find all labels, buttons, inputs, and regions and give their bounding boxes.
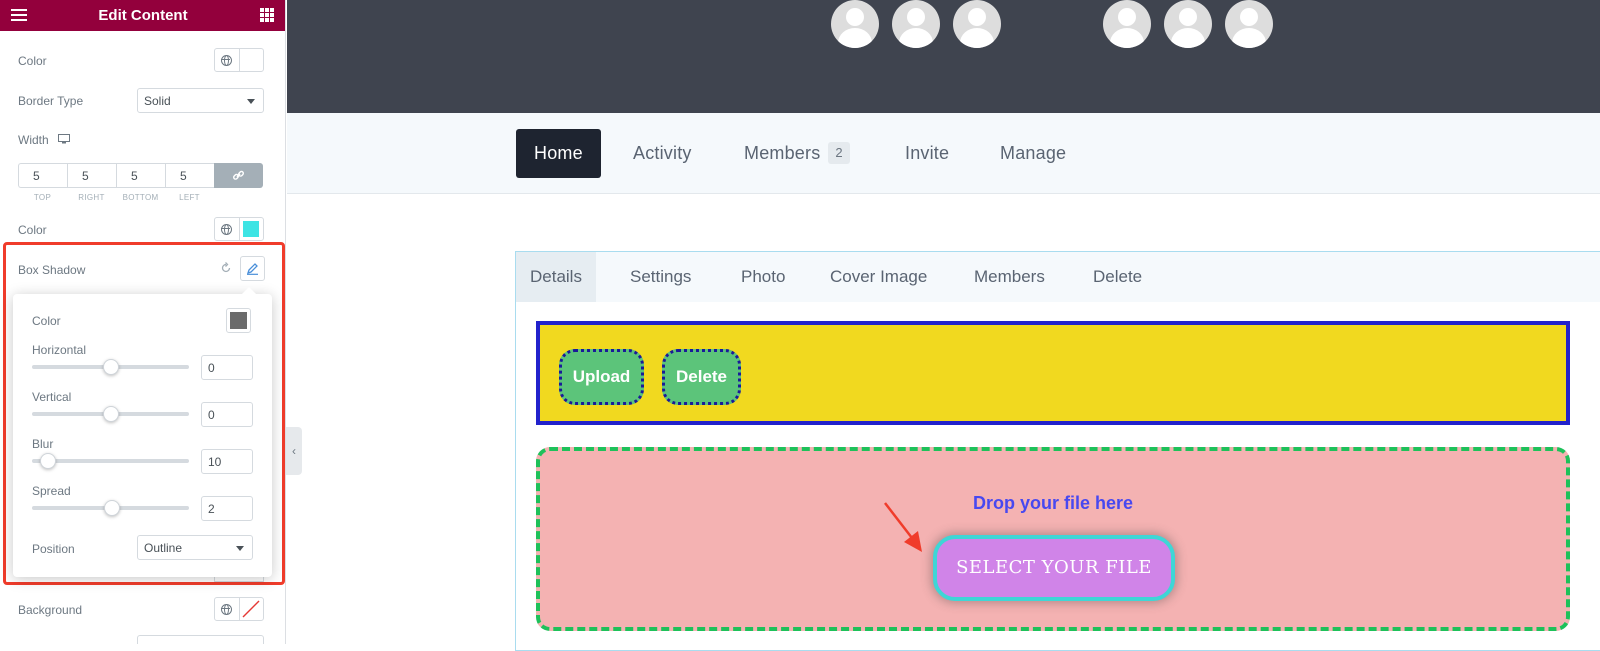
color-swatch[interactable] [240,49,264,71]
position-label: Position [32,542,75,556]
file-dropzone[interactable]: Drop your file here SELECT YOUR FILE [536,447,1570,631]
widgets-grid-icon[interactable] [260,8,274,22]
member-avatar[interactable] [831,0,879,48]
color-label: Color [18,54,47,68]
width-right-input[interactable]: 5 [67,163,116,188]
width-top-label: TOP [33,193,52,202]
chevron-down-icon [236,546,244,551]
vertical-slider[interactable] [32,406,189,422]
member-avatar[interactable] [1164,0,1212,48]
upload-button[interactable]: Upload [559,349,644,405]
spread-input[interactable]: 2 [201,496,253,521]
blur-label: Blur [32,437,54,451]
delete-button[interactable]: Delete [662,349,741,405]
chevron-left-icon: ‹ [292,444,296,458]
subtab-details[interactable]: Details [516,252,596,302]
spread-slider-handle[interactable] [104,500,121,516]
member-avatar[interactable] [1225,0,1273,48]
width-bottom-label: BOTTOM [122,193,159,202]
width-left-label: LEFT [179,193,200,202]
subtab-settings[interactable]: Settings [630,252,691,302]
width-top-input[interactable]: 5 [18,163,67,188]
select-file-button[interactable]: SELECT YOUR FILE [933,535,1175,601]
border-color-label: Color [18,223,47,237]
width-right-label: RIGHT [78,193,105,202]
spread-label: Spread [32,484,71,498]
border-type-value: Solid [144,94,171,108]
vertical-label: Vertical [32,390,72,404]
background-color-control[interactable] [214,597,264,621]
horizontal-input[interactable]: 0 [201,355,253,380]
background-color-swatch[interactable] [240,598,264,620]
subtab-photo[interactable]: Photo [741,252,785,302]
nav-invite[interactable]: Invite [905,129,949,178]
width-bottom-input[interactable]: 5 [116,163,165,188]
no-color-icon [242,600,260,618]
members-count-badge: 2 [828,142,850,165]
panel-title: Edit Content [98,7,188,24]
border-color-swatch[interactable] [240,218,264,240]
horizontal-slider-handle[interactable] [102,359,119,375]
link-values-button[interactable] [214,163,263,188]
color-control[interactable] [214,48,264,72]
blur-slider-handle[interactable] [39,453,56,469]
desktop-icon[interactable] [58,134,70,144]
collapse-panel-button[interactable]: ‹ [286,427,302,475]
member-avatar[interactable] [892,0,940,48]
member-avatar[interactable] [953,0,1001,48]
panel-header: Edit Content [0,0,285,31]
subtab-cover-image[interactable]: Cover Image [830,252,927,302]
global-colors-icon[interactable] [215,218,240,240]
width-label: Width [18,133,49,147]
width-left-input[interactable]: 5 [165,163,214,188]
subtab-delete[interactable]: Delete [1093,252,1142,302]
blur-input[interactable]: 10 [201,449,253,474]
nav-members-label: Members [744,143,821,163]
link-icon [233,170,244,180]
box-shadow-popover: Color Horizontal 0 Vertical 0 Blur 10 Sp… [13,287,272,577]
manage-subtabs: Details Settings Photo Cover Image Membe… [516,252,1600,302]
border-color-control[interactable] [214,217,264,241]
border-type-select[interactable]: Solid [137,88,264,113]
pointer-arrow-icon [884,502,922,552]
nav-home[interactable]: Home [516,129,601,178]
background-label: Background [18,603,83,617]
subtab-members[interactable]: Members [974,252,1045,302]
horizontal-slider[interactable] [32,359,189,375]
shadow-color-swatch [230,312,247,329]
border-type-label: Border Type [18,94,84,108]
group-nav: Home Activity Members 2 Invite Manage [287,113,1600,194]
global-colors-icon[interactable] [215,598,240,620]
shadow-color-picker[interactable] [226,308,251,333]
shadow-color-label: Color [32,314,61,328]
position-value: Outline [144,541,183,555]
horizontal-label: Horizontal [32,343,87,357]
position-select[interactable]: Outline [137,535,253,560]
member-avatar[interactable] [1103,0,1151,48]
width-dimensions: 5 5 5 5 [18,163,263,188]
spread-slider[interactable] [32,500,189,516]
next-control-select[interactable] [137,635,264,644]
nav-activity[interactable]: Activity [633,129,692,178]
nav-members[interactable]: Members 2 [744,129,850,178]
blur-slider[interactable] [32,453,189,469]
chevron-down-icon [247,99,255,104]
group-cover-header [287,0,1600,113]
vertical-input[interactable]: 0 [201,402,253,427]
cover-actions-bar: Upload Delete [536,321,1570,425]
global-colors-icon[interactable] [215,49,240,71]
nav-manage[interactable]: Manage [1000,129,1066,178]
vertical-slider-handle[interactable] [102,406,119,422]
drop-file-text: Drop your file here [972,493,1134,513]
